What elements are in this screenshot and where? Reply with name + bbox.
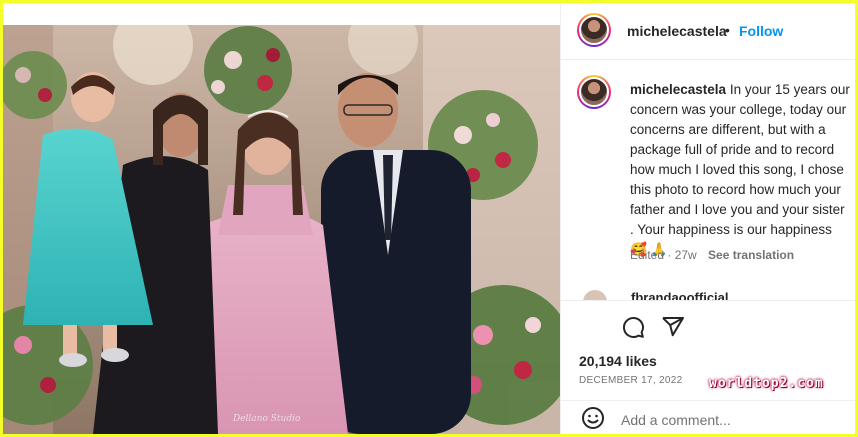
separator-dot: • [725,22,730,38]
avatar-photo [579,77,609,107]
commenter-avatar[interactable] [583,290,607,300]
avatar-photo [579,15,609,45]
author-username[interactable]: michelecastela [627,23,727,39]
post-header: michelecastela • Follow [561,3,855,60]
comment-bar [561,400,855,434]
caption-author-avatar[interactable] [577,75,611,109]
next-comment-peek: fbrandaoofficial [581,290,851,300]
comment-icon[interactable] [621,315,645,344]
caption-meta: Edited · 27w See translation [630,248,794,262]
post-modal: Dellano Studio michelecastela • Follow m… [3,3,855,434]
share-icon[interactable] [661,315,685,344]
author-avatar[interactable] [577,13,611,47]
post-date: DECEMBER 17, 2022 [579,375,683,386]
see-translation-link[interactable]: See translation [708,248,794,262]
emoji-icon-glyph [582,407,604,429]
post-photo[interactable]: Dellano Studio [3,25,560,434]
post-side-panel: michelecastela • Follow michelecastela I… [560,3,855,434]
post-actions: 20,194 likes DECEMBER 17, 2022 worldtop2… [561,300,855,434]
photographer-signature: Dellano Studio [233,414,301,424]
caption-area: michelecastela In your 15 years our conc… [561,60,855,300]
share-icon-glyph [662,317,684,337]
comment-icon-glyph [622,316,644,338]
edited-label: Edited · 27w [630,248,697,262]
emoji-icon[interactable] [581,406,605,434]
caption-body: In your 15 years our concern was your co… [630,82,850,257]
caption-username[interactable]: michelecastela [630,82,726,97]
site-watermark: worldtop2.com [709,376,824,391]
likes-count[interactable]: 20,194 likes [579,353,657,369]
caption-text: michelecastela In your 15 years our conc… [630,80,852,260]
add-comment-input[interactable] [619,409,843,431]
photo-illustration [3,25,560,434]
follow-button[interactable]: Follow [739,23,783,39]
commenter-username[interactable]: fbrandaoofficial [631,290,729,300]
